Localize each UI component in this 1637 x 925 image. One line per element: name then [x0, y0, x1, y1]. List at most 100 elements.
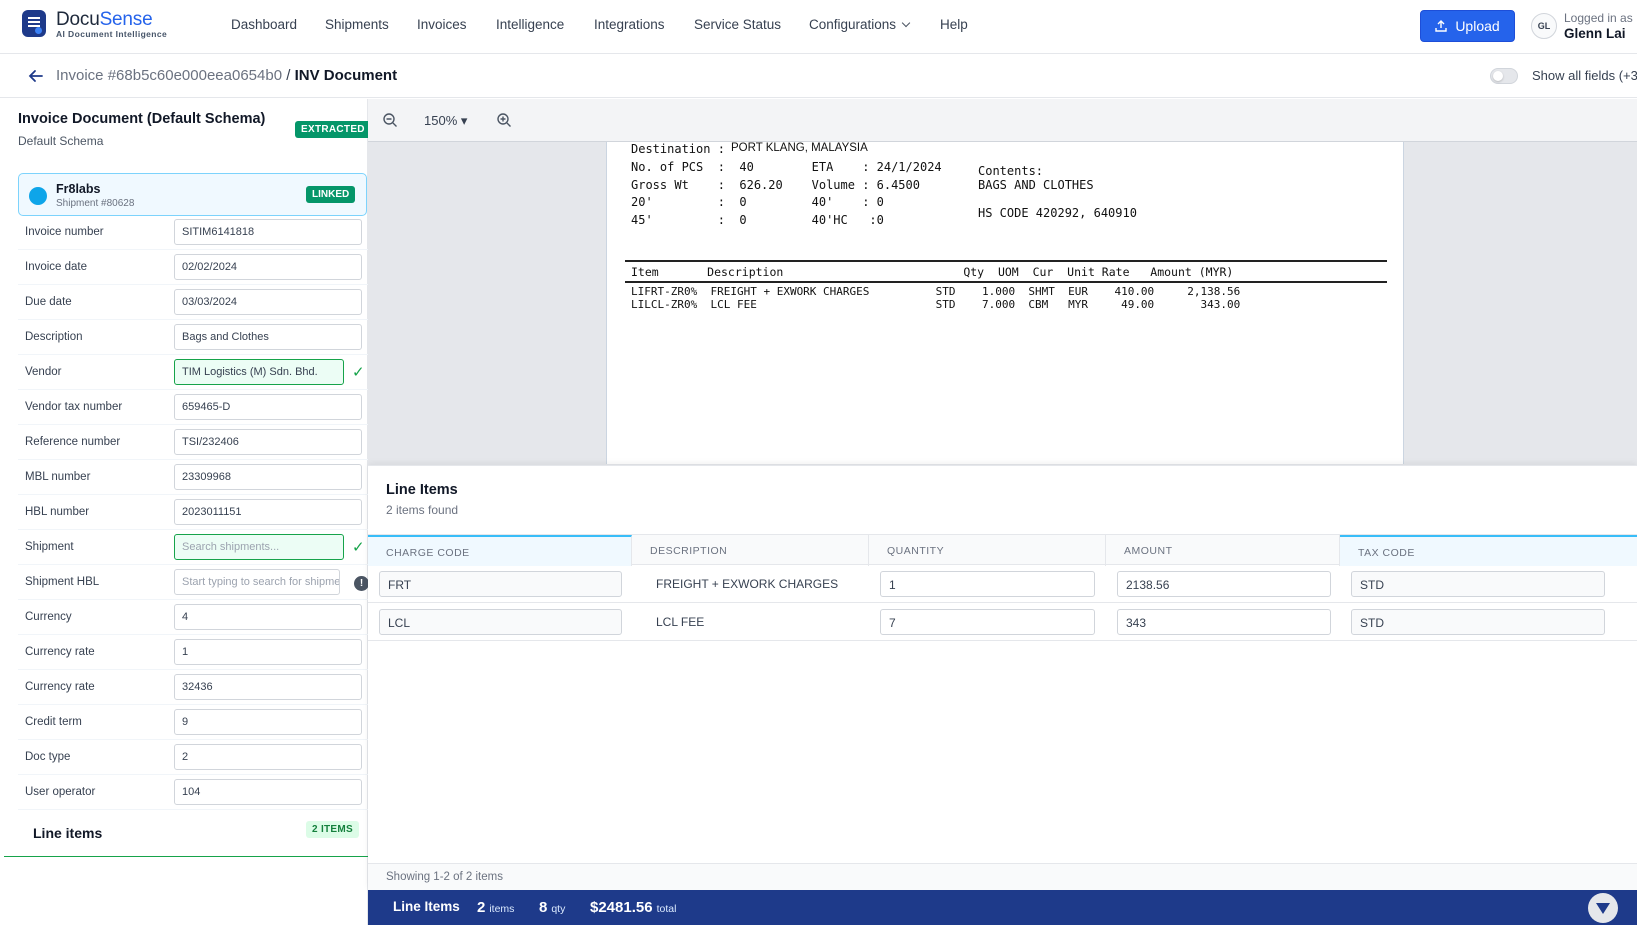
field-label: Currency — [25, 611, 72, 623]
linked-badge: LINKED — [306, 186, 356, 203]
field-row-invoice-number: Invoice number SITIM6141818 — [18, 215, 368, 250]
shipment-search-input[interactable]: Search shipments... — [174, 534, 344, 560]
line-items-panel: Line Items 2 items found CHARGE CODE DES… — [368, 465, 1637, 891]
column-header-quantity[interactable]: QUANTITY — [869, 535, 1106, 566]
quantity-input[interactable]: 7 — [880, 609, 1095, 635]
charge-code-input[interactable]: LCL — [379, 609, 622, 635]
field-label: Currency rate — [25, 646, 95, 658]
upload-icon — [1435, 20, 1448, 32]
nav-configurations[interactable]: Configurations — [809, 17, 911, 32]
currency-rate-input-2[interactable]: 32436 — [174, 674, 362, 700]
nav-invoices[interactable]: Invoices — [417, 17, 467, 32]
logged-in-label: Logged in as — [1564, 11, 1633, 25]
invoice-number-input[interactable]: SITIM6141818 — [174, 219, 362, 245]
linked-shipment-name: Fr8labs — [56, 182, 101, 196]
top-navigation: DocuSense AI Document Intelligence Dashb… — [0, 0, 1637, 54]
field-row-currency-rate-2: Currency rate 32436 — [18, 670, 368, 705]
doc-text: Contents: — [978, 164, 1044, 178]
upload-button[interactable]: Upload — [1420, 10, 1515, 42]
mbl-number-input[interactable]: 23309968 — [174, 464, 362, 490]
shipment-hbl-input[interactable]: Start typing to search for shipme — [174, 569, 340, 595]
field-label: Invoice number — [25, 226, 104, 238]
nav-help[interactable]: Help — [940, 17, 968, 32]
field-label: Currency rate — [25, 681, 95, 693]
tax-code-input[interactable]: STD — [1351, 571, 1605, 597]
brand-name[interactable]: DocuSense — [56, 9, 153, 31]
doc-type-input[interactable]: 2 — [174, 744, 362, 770]
due-date-input[interactable]: 03/03/2024 — [174, 289, 362, 315]
field-row-currency: Currency 4 — [18, 600, 368, 635]
hbl-number-input[interactable]: 2023011151 — [174, 499, 362, 525]
table-row: FRT FREIGHT + EXWORK CHARGES 1 2138.56 S… — [368, 565, 1637, 603]
nav-integrations[interactable]: Integrations — [594, 17, 665, 32]
credit-term-input[interactable]: 9 — [174, 709, 362, 735]
field-row-mbl-number: MBL number 23309968 — [18, 460, 368, 495]
zoom-level-select[interactable]: 150% ▾ — [424, 113, 467, 129]
doc-text: 20' : 0 40' : 0 — [631, 195, 884, 209]
nav-service-status[interactable]: Service Status — [694, 17, 781, 32]
vendor-tax-number-input[interactable]: 659465-D — [174, 394, 362, 420]
app-logo-icon[interactable] — [22, 10, 46, 37]
chevron-down-icon — [901, 18, 911, 28]
brand-tagline: AI Document Intelligence — [56, 29, 168, 39]
column-header-charge-code[interactable]: CHARGE CODE — [368, 535, 632, 566]
document-page: Destination : PORT KLANG, MALAYSIA No. o… — [606, 142, 1404, 464]
linked-shipment-number: Shipment #80628 — [56, 198, 135, 209]
currency-rate-input[interactable]: 1 — [174, 639, 362, 665]
nav-shipments[interactable]: Shipments — [325, 17, 389, 32]
show-all-fields-toggle[interactable] — [1490, 68, 1518, 84]
doc-text: BAGS AND CLOTHES — [978, 178, 1094, 192]
document-title: Invoice Document (Default Schema) — [18, 111, 266, 127]
doc-text: PORT KLANG, MALAYSIA — [731, 142, 868, 154]
warning-icon: ! — [354, 576, 369, 591]
nav-intelligence[interactable]: Intelligence — [496, 17, 564, 32]
summary-total-unit: total — [656, 903, 677, 915]
nav-configurations-label: Configurations — [809, 17, 897, 32]
summary-qty-value: 8 — [539, 899, 548, 916]
brand-part-1: Docu — [56, 9, 100, 30]
field-row-credit-term: Credit term 9 — [18, 705, 368, 740]
currency-input[interactable]: 4 — [174, 604, 362, 630]
field-label: Shipment — [25, 541, 74, 553]
summary-items-value: 2 — [477, 899, 486, 916]
field-row-shipment: Shipment Search shipments... ✓ — [18, 530, 368, 565]
column-header-tax-code[interactable]: TAX CODE — [1340, 535, 1637, 566]
breadcrumb-invoice[interactable]: Invoice #68b5c60e000eea0654b0 — [56, 67, 282, 84]
charge-code-input[interactable]: FRT — [379, 571, 622, 597]
back-arrow-icon[interactable] — [28, 68, 44, 84]
field-row-hbl-number: HBL number 2023011151 — [18, 495, 368, 530]
amount-input[interactable]: 2138.56 — [1117, 571, 1331, 597]
invoice-date-input[interactable]: 02/02/2024 — [174, 254, 362, 280]
tax-code-input[interactable]: STD — [1351, 609, 1605, 635]
user-operator-input[interactable]: 104 — [174, 779, 362, 805]
line-items-summary-bar: Line Items 2 items 8 qty $2481.56 total — [368, 890, 1637, 925]
field-row-user-operator: User operator 104 — [18, 775, 368, 810]
reference-number-input[interactable]: TSI/232406 — [174, 429, 362, 455]
zoom-out-icon[interactable] — [382, 112, 398, 128]
collapse-panel-button[interactable] — [1588, 893, 1618, 923]
column-header-amount[interactable]: AMOUNT — [1106, 535, 1340, 566]
user-avatar[interactable]: GL — [1531, 13, 1557, 39]
amount-input[interactable]: 343 — [1117, 609, 1331, 635]
field-label: MBL number — [25, 471, 91, 483]
quantity-input[interactable]: 1 — [880, 571, 1095, 597]
linked-shipment-card[interactable]: Fr8labs Shipment #80628 LINKED — [18, 173, 367, 216]
description-cell: FREIGHT + EXWORK CHARGES — [656, 577, 839, 591]
description-input[interactable]: Bags and Clothes — [174, 324, 362, 350]
field-label: Reference number — [25, 436, 121, 448]
doc-rule — [625, 260, 1387, 262]
summary-label: Line Items — [393, 899, 460, 914]
column-header-description[interactable]: DESCRIPTION — [632, 535, 869, 566]
field-row-vendor: Vendor TIM Logistics (M) Sdn. Bhd. ✓ — [18, 355, 368, 390]
zoom-in-icon[interactable] — [496, 112, 512, 128]
description-cell: LCL FEE — [656, 615, 705, 629]
upload-button-label: Upload — [1455, 18, 1500, 34]
vendor-input[interactable]: TIM Logistics (M) Sdn. Bhd. — [174, 359, 344, 385]
field-label: Shipment HBL — [25, 576, 100, 588]
nav-dashboard[interactable]: Dashboard — [231, 17, 297, 32]
breadcrumb-current: INV Document — [294, 67, 398, 84]
line-items-section-toggle[interactable]: Line items 2 ITEMS — [4, 811, 368, 857]
summary-items: 2 items — [477, 899, 514, 916]
user-name: Glenn Lai — [1564, 26, 1626, 41]
field-label: Due date — [25, 296, 72, 308]
